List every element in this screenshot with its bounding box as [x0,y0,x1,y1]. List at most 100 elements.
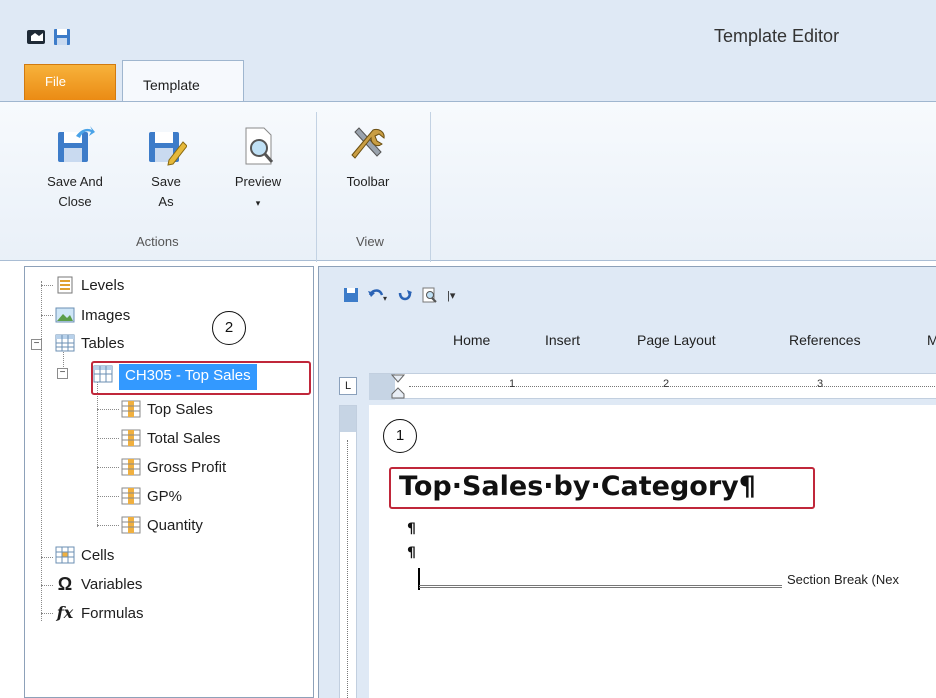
svg-text:▾: ▾ [383,294,387,303]
undo-icon[interactable]: ▾ [367,287,389,303]
tree-line [41,315,53,316]
group-separator [430,112,431,262]
column-icon [121,400,141,418]
indent-marker-icon[interactable] [391,374,405,400]
tab-home[interactable]: Home [453,332,490,348]
tree-item-images[interactable]: Images [55,303,130,327]
ruler-ticks [347,440,348,698]
tree-item-variables[interactable]: Ω Variables [55,572,143,596]
preview-button[interactable]: Preview ▾ [220,124,296,213]
window-title: Template Editor [714,26,840,46]
save-and-close-button[interactable]: Save And Close [34,124,116,212]
save-and-close-label-1: Save And [47,174,103,189]
column-icon [121,429,141,447]
tree-item-top-sales[interactable]: Top Sales [121,397,213,421]
collapse-icon[interactable]: − [57,368,68,379]
group-separator [316,112,317,262]
tree-item-formulas[interactable]: fx Formulas [55,601,144,625]
tree-item-quantity[interactable]: Quantity [121,513,203,537]
tree-line [97,496,119,497]
ruler-margin [340,406,356,432]
ribbon: Save And Close Save As Preview ▾ Actions… [0,101,936,262]
tab-file[interactable]: File [24,64,116,100]
customize-qat-icon[interactable]: |▾ [447,289,455,302]
document-heading[interactable]: Top·Sales·by·Category¶ [399,471,756,502]
document-editor: ▾ |▾ Home Insert Page Layout References … [318,266,936,698]
tree-item-label: Cells [81,546,115,564]
function-icon: fx [56,603,74,622]
tree-item-label: Top Sales [147,400,213,418]
preview-icon [245,127,274,165]
horizontal-ruler[interactable]: 1 2 3 [369,373,936,400]
tree-item-cells[interactable]: Cells [55,543,114,567]
callout-2: 2 [212,311,246,345]
tree-item-gp-percent[interactable]: GP% [121,484,182,508]
tab-stop-selector[interactable]: L [339,377,357,395]
tree-line [41,281,42,621]
template-tree: Levels Images − Tables − CH305 - Top Sal… [24,266,314,698]
tab-mailings[interactable]: M [927,332,936,348]
tab-references[interactable]: References [789,332,861,348]
chevron-down-icon: ▾ [255,198,261,208]
save-as-label-2: As [158,194,174,209]
group-label-actions: Actions [136,234,179,249]
toolbar-button[interactable]: Toolbar [336,124,400,192]
section-break-label: Section Break (Nex [787,572,899,587]
callout-1: 1 [383,419,417,453]
tree-line [97,438,119,439]
table-icon [93,365,113,383]
tree-item-label: Variables [81,575,143,593]
tree-item-selected-table[interactable]: CH305 - Top Sales [119,364,257,390]
tree-item-label: Levels [81,276,125,294]
print-preview-icon[interactable] [421,287,439,303]
section-break-line [419,585,782,588]
tree-line [41,285,53,286]
tree-line [41,557,53,558]
ruler-number: 3 [817,378,824,390]
tree-item-total-sales[interactable]: Total Sales [121,426,220,450]
tree-line [97,525,119,526]
tree-item-label: Gross Profit [147,458,227,476]
tree-item-label: GP% [147,487,183,505]
column-icon [121,458,141,476]
save-as-label-1: Save [151,174,181,189]
tree-item-gross-profit[interactable]: Gross Profit [121,455,226,479]
paragraph-mark: ¶ [407,545,416,561]
tree-item-levels[interactable]: Levels [55,273,124,297]
ruler-number: 2 [663,378,670,390]
tree-line [97,409,119,410]
levels-icon [57,276,73,294]
tree-item-label: Formulas [81,604,144,622]
tab-insert[interactable]: Insert [545,332,580,348]
tree-line [97,379,98,527]
tree-item-label: Images [81,306,131,324]
save-icon[interactable] [52,27,72,47]
save-and-close-label-2: Close [58,194,92,209]
title-bar: Template Editor [0,0,936,50]
tools-icon [351,127,385,159]
tree-item-tables[interactable]: Tables [55,331,124,355]
cells-icon [55,546,75,564]
table-icon [55,334,75,352]
redo-icon[interactable] [397,287,413,303]
vertical-ruler[interactable] [339,405,357,698]
omega-icon: Ω [57,574,73,594]
image-icon [55,307,75,323]
save-icon[interactable] [343,287,359,303]
document-page[interactable]: 1 Top·Sales·by·Category¶ ¶ ¶ Section Bre… [369,405,936,698]
app-icon [27,30,45,44]
tree-line [41,585,53,586]
tree-line [97,467,119,468]
toolbar-label: Toolbar [346,174,390,189]
ruler-ticks [409,386,936,387]
quick-access-toolbar: ▾ |▾ [343,287,455,303]
tree-item-label: Quantity [147,516,203,534]
tree-line [41,613,53,614]
tab-page-layout[interactable]: Page Layout [637,332,716,348]
save-as-icon [149,132,187,166]
collapse-icon[interactable]: − [31,339,42,350]
ruler-number: 1 [509,378,516,390]
tree-item-label: Tables [81,334,125,352]
tab-template[interactable]: Template [122,60,244,103]
save-as-button[interactable]: Save As [140,124,192,212]
